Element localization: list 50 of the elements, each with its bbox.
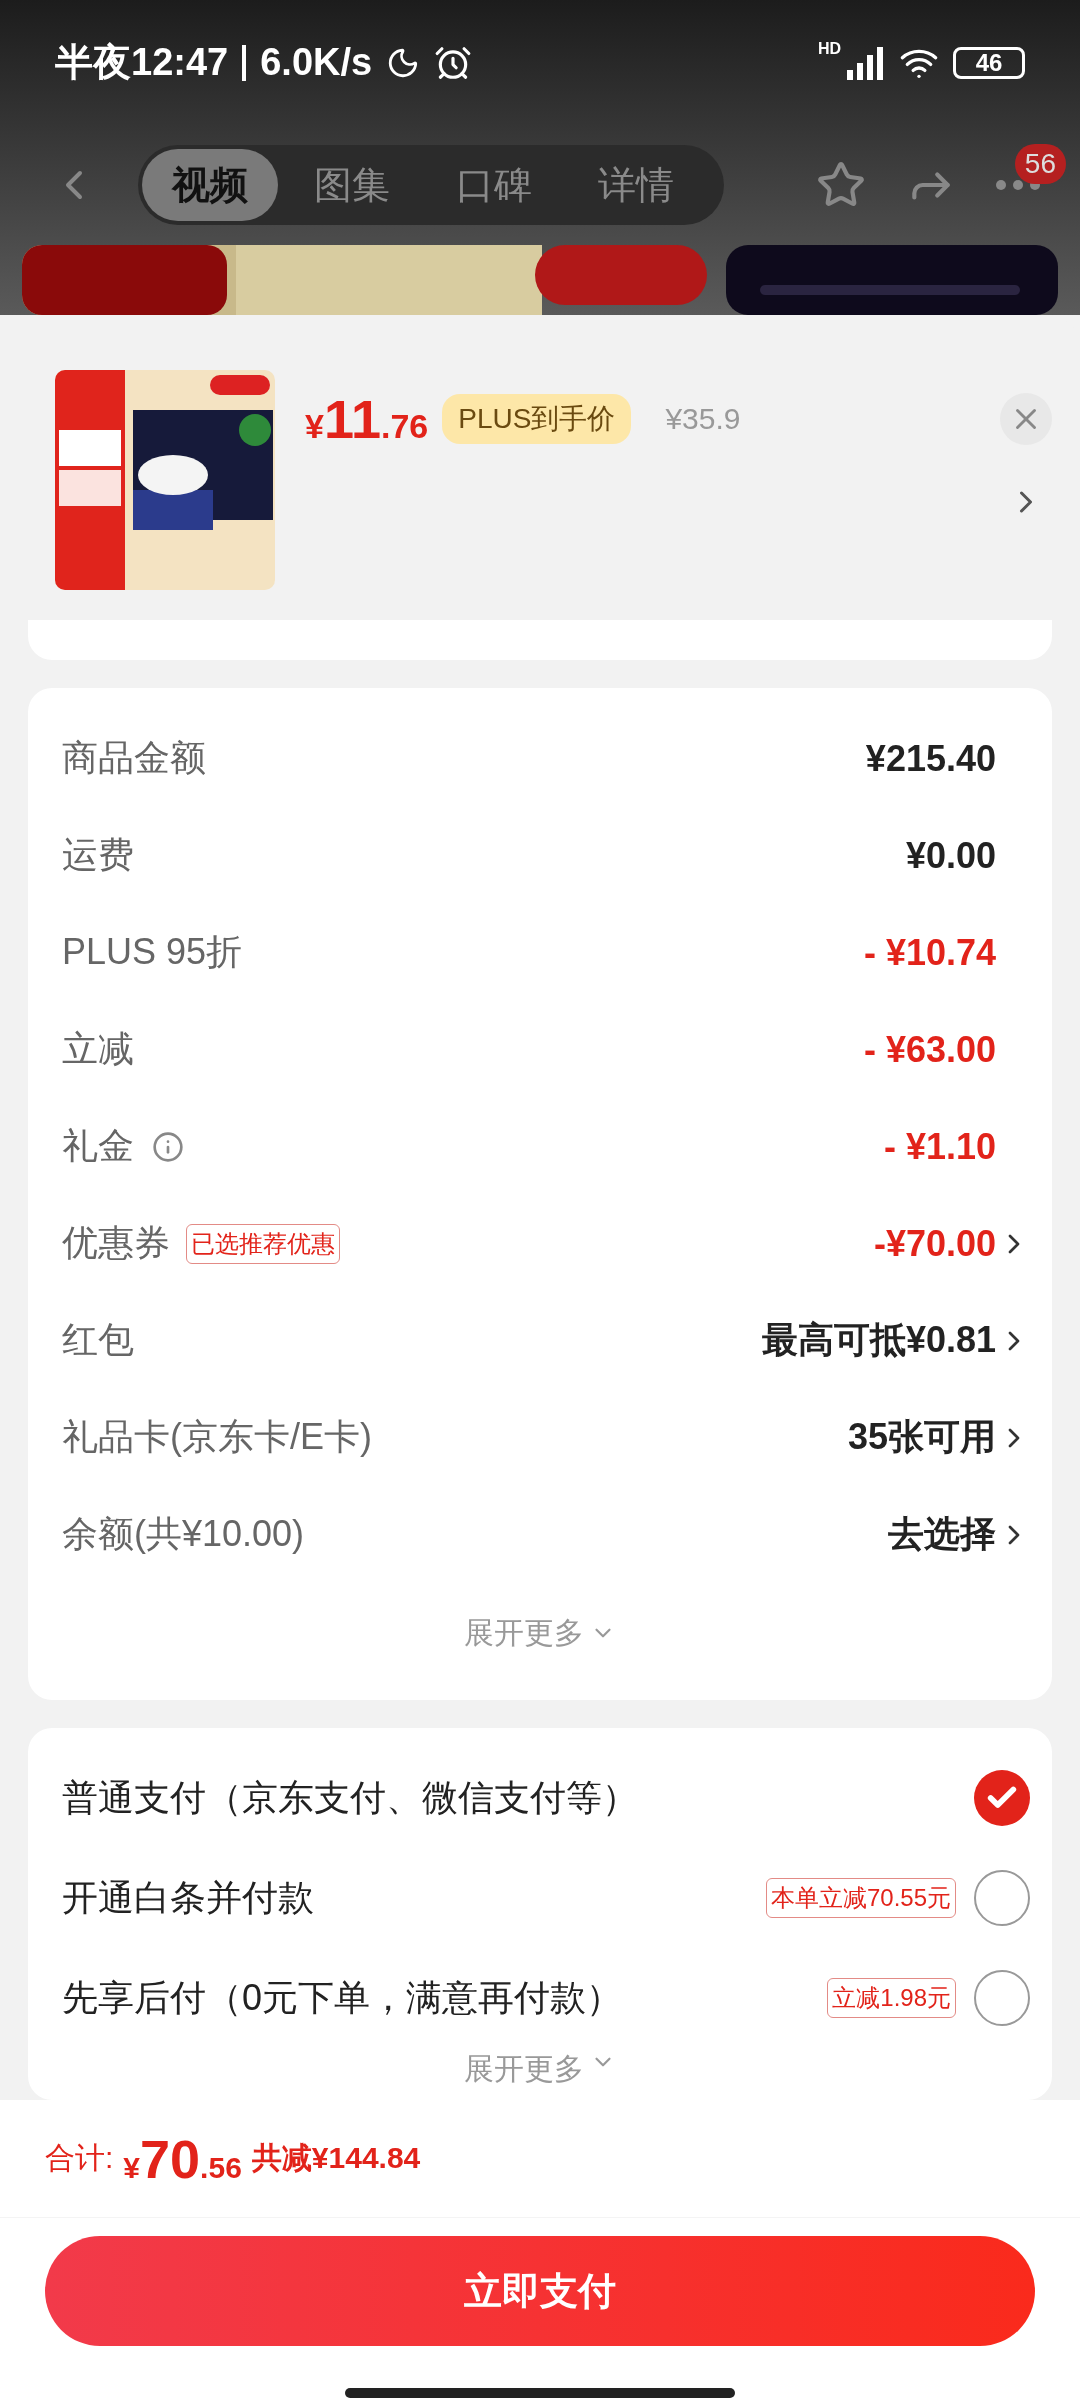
fee-label: PLUS 95折 — [62, 930, 243, 974]
payment-radio[interactable] — [974, 1870, 1030, 1926]
pay-button[interactable]: 立即支付 — [45, 2236, 1035, 2346]
fee-label: 立减 — [62, 1027, 134, 1071]
discount-tag: 本单立减70.55元 — [765, 1878, 956, 1918]
fee-label: 礼品卡(京东卡/E卡) — [62, 1415, 372, 1459]
media-tab[interactable]: 详情 — [568, 149, 704, 221]
fee-value[interactable]: -¥70.00 — [873, 1222, 996, 1265]
payment-radio[interactable] — [974, 1770, 1030, 1826]
info-icon[interactable] — [152, 1130, 184, 1163]
total-price: ¥70.56 — [123, 2127, 242, 2190]
payment-radio[interactable] — [974, 1970, 1030, 2026]
fee-value: - ¥1.10 — [883, 1125, 996, 1168]
price-badge: PLUS到手价 — [442, 394, 632, 444]
fee-tag: 已选推荐优惠 — [186, 1223, 340, 1264]
media-tab[interactable]: 口碑 — [426, 149, 562, 221]
discount-tag: 立减1.98元 — [827, 1978, 956, 2018]
expand-more-button[interactable]: 展开更多 — [28, 1583, 1052, 1683]
fee-label: 礼金 — [62, 1124, 134, 1168]
more-icon — [996, 180, 1040, 190]
fee-label: 余额(共¥10.00) — [62, 1512, 305, 1556]
product-price: ¥11.76 — [305, 388, 429, 450]
fee-label: 运费 — [62, 833, 134, 877]
notification-badge: 56 — [1014, 144, 1066, 184]
original-price: ¥35.9 — [665, 402, 741, 436]
payment-option-label: 先享后付（0元下单，满意再付款） — [62, 1975, 623, 2020]
fee-label: 红包 — [62, 1318, 134, 1362]
network-speed: 6.0K/s — [260, 41, 373, 84]
fee-value[interactable]: 最高可抵¥0.81 — [761, 1316, 996, 1365]
payment-option-label: 开通白条并付款 — [62, 1875, 314, 1920]
signal-label: HD — [817, 40, 841, 58]
close-button[interactable] — [1000, 393, 1052, 445]
fee-value[interactable]: 去选择 — [888, 1510, 996, 1559]
fee-value: ¥215.40 — [865, 737, 996, 780]
fee-value: - ¥10.74 — [863, 931, 996, 974]
fee-label: 优惠券 — [62, 1221, 170, 1265]
battery-icon: 46 — [953, 46, 1025, 79]
fee-value: - ¥63.00 — [863, 1028, 996, 1071]
expand-more-button[interactable]: 展开更多 — [28, 2048, 1052, 2100]
fee-value: ¥0.00 — [905, 834, 996, 877]
signal-icon — [845, 45, 885, 80]
total-label: 合计: — [45, 2140, 114, 2176]
total-savings: 共减¥144.84 — [251, 2140, 421, 2176]
media-tab[interactable]: 视频 — [142, 149, 278, 221]
more-button[interactable] — [996, 180, 1040, 190]
payment-option-label: 普通支付（京东支付、微信支付等） — [62, 1775, 638, 1820]
fee-value[interactable]: 35张可用 — [847, 1413, 996, 1462]
status-time: 半夜12:47 — [55, 40, 229, 85]
media-tab[interactable]: 图集 — [284, 149, 420, 221]
fee-label: 商品金额 — [62, 736, 206, 780]
